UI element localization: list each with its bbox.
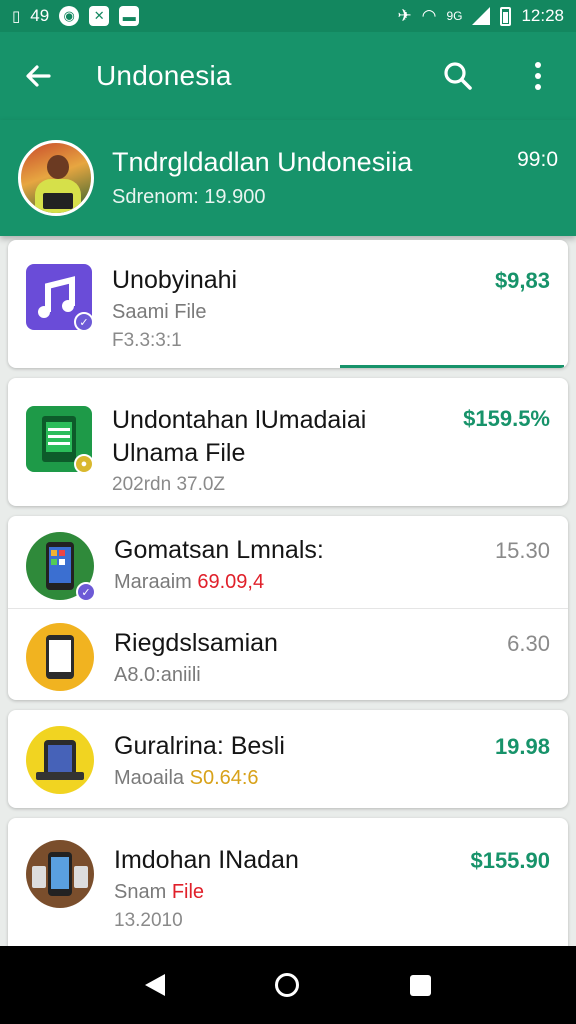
music-app-icon: ✓ (26, 264, 94, 332)
list-item[interactable]: ✓ Unobyinahi Saami File F3.3:3:1 $9,83 (8, 240, 568, 368)
nav-home-icon[interactable] (275, 973, 300, 997)
gold-badge-icon: ● (74, 454, 94, 474)
item-subtitle-label: Snam (114, 881, 167, 903)
item-texts: Undontahan lUmadaiai Ulnama File 202rdn … (112, 406, 455, 496)
phone-yellow-icon (26, 623, 94, 691)
list-item[interactable]: Guralrina: Besli Maoaila S0.64:6 19.98 (8, 710, 568, 808)
download-progress (340, 365, 564, 368)
phone-stack-icon (26, 840, 94, 908)
status-time: 12:28 (521, 6, 564, 25)
app-bar-actions (438, 56, 558, 96)
list-card: ✓ Unobyinahi Saami File F3.3:3:1 $9,83 (8, 240, 568, 368)
avatar (18, 140, 94, 216)
list-card: Imdohan INadan Snam File 13.2010 $155.90 (8, 818, 568, 958)
tablet-icon (26, 726, 94, 794)
item-subtitle: Maraaim 69.09,4 (114, 571, 487, 594)
list-card: Guralrina: Besli Maoaila S0.64:6 19.98 (8, 710, 568, 808)
item-subtitle-label: Maraaim (114, 571, 192, 593)
list-item[interactable]: ● Undontahan lUmadaiai Ulnama File 202rd… (8, 378, 568, 506)
item-title: Unobyinahi (112, 266, 238, 294)
app-bar: Undonesia (0, 32, 576, 120)
item-subtitle: A8.0:aniili (114, 664, 201, 686)
list-item[interactable]: Riegdslsamian A8.0:aniili 6.30 (8, 608, 568, 700)
item-texts: Imdohan INadan Snam File 13.2010 (114, 846, 462, 932)
item-subtitle: Snam File (114, 881, 462, 904)
more-vert-icon[interactable] (518, 56, 558, 96)
message-icon: ▬ (119, 6, 140, 26)
sheets-app-icon: ● (26, 406, 94, 474)
close-box-icon: ✕ (89, 6, 110, 26)
item-subtitle-value: File (171, 881, 205, 903)
header-subtitle: Sdrenom: 19.900 (112, 186, 266, 208)
item-price: $159.5% (463, 406, 550, 431)
item-subtitle: Saami File (112, 301, 207, 323)
item-subtitle-value: 69.09,4 (197, 571, 265, 593)
status-right: ✈ ◠ 9G 12:28 (397, 6, 564, 26)
header-value: 99:0 (517, 148, 558, 171)
item-title: Riegdslsamian (114, 629, 278, 657)
item-meta: 202rdn 37.0Z (112, 474, 226, 495)
item-texts: Unobyinahi Saami File F3.3:3:1 (112, 266, 487, 352)
page-title: Undonesia (96, 60, 232, 91)
item-meta: F3.3:3:1 (112, 330, 182, 351)
item-price: 19.98 (494, 734, 550, 759)
item-subtitle: Maoaila S0.64:6 (114, 767, 487, 790)
status-left-text: 49 (30, 6, 50, 25)
phone-apps-icon: ✓ (26, 532, 96, 602)
verified-badge-icon: ✓ (74, 312, 94, 332)
item-price: 6.30 (507, 631, 550, 656)
item-title: Undontahan lUmadaiai (112, 406, 367, 434)
item-texts: Riegdslsamian A8.0:aniili (114, 629, 499, 687)
item-list: ✓ Unobyinahi Saami File F3.3:3:1 $9,83 ●… (8, 240, 568, 968)
item-price: $155.90 (470, 848, 550, 873)
item-title: Imdohan INadan (114, 846, 299, 874)
item-price: $9,83 (494, 268, 550, 293)
search-icon[interactable] (438, 56, 478, 96)
wifi-icon: ◠ (421, 6, 437, 25)
item-meta: 13.2010 (114, 910, 183, 931)
nav-back-icon[interactable] (145, 974, 166, 996)
item-title: Guralrina: Besli (114, 732, 285, 760)
item-subtitle-label: Maoaila (114, 767, 185, 789)
list-card: ✓ Gomatsan Lmnals: Maraaim 69.09,4 15.30… (8, 516, 568, 700)
list-item[interactable]: Imdohan INadan Snam File 13.2010 $155.90 (8, 818, 568, 958)
item-texts: Guralrina: Besli Maoaila S0.64:6 (114, 732, 487, 790)
status-left: ▯ 49 ◉ ✕ ▬ (12, 6, 140, 26)
nav-recent-icon[interactable] (409, 974, 431, 996)
item-price: 15.30 (494, 538, 550, 563)
list-card: ● Undontahan lUmadaiai Ulnama File 202rd… (8, 378, 568, 506)
signal-icon (472, 7, 491, 25)
sim-icon: ▯ (12, 8, 21, 25)
back-arrow-icon[interactable] (18, 56, 58, 96)
header-text: Tndrgldadlan Undonesiia Sdrenom: 19.900 (112, 147, 412, 209)
battery-icon (500, 6, 512, 26)
list-item[interactable]: ✓ Gomatsan Lmnals: Maraaim 69.09,4 15.30 (8, 516, 568, 608)
item-title: Gomatsan Lmnals: (114, 536, 324, 564)
header-card[interactable]: Tndrgldadlan Undonesiia Sdrenom: 19.900 … (0, 120, 576, 236)
whatsapp-icon: ◉ (59, 6, 80, 26)
item-subtitle: Ulnama File (112, 439, 246, 467)
header-title: Tndrgldadlan Undonesiia (112, 147, 413, 177)
navigation-bar (0, 946, 576, 1024)
item-subtitle-value: S0.64:6 (189, 767, 259, 789)
item-texts: Gomatsan Lmnals: Maraaim 69.09,4 (114, 536, 487, 594)
status-bar: ▯ 49 ◉ ✕ ▬ ✈ ◠ 9G 12:28 (0, 0, 576, 32)
network-label: 9G (446, 9, 463, 23)
verified-badge-icon: ✓ (76, 582, 96, 602)
vibrate-icon: ✈ (397, 6, 412, 25)
